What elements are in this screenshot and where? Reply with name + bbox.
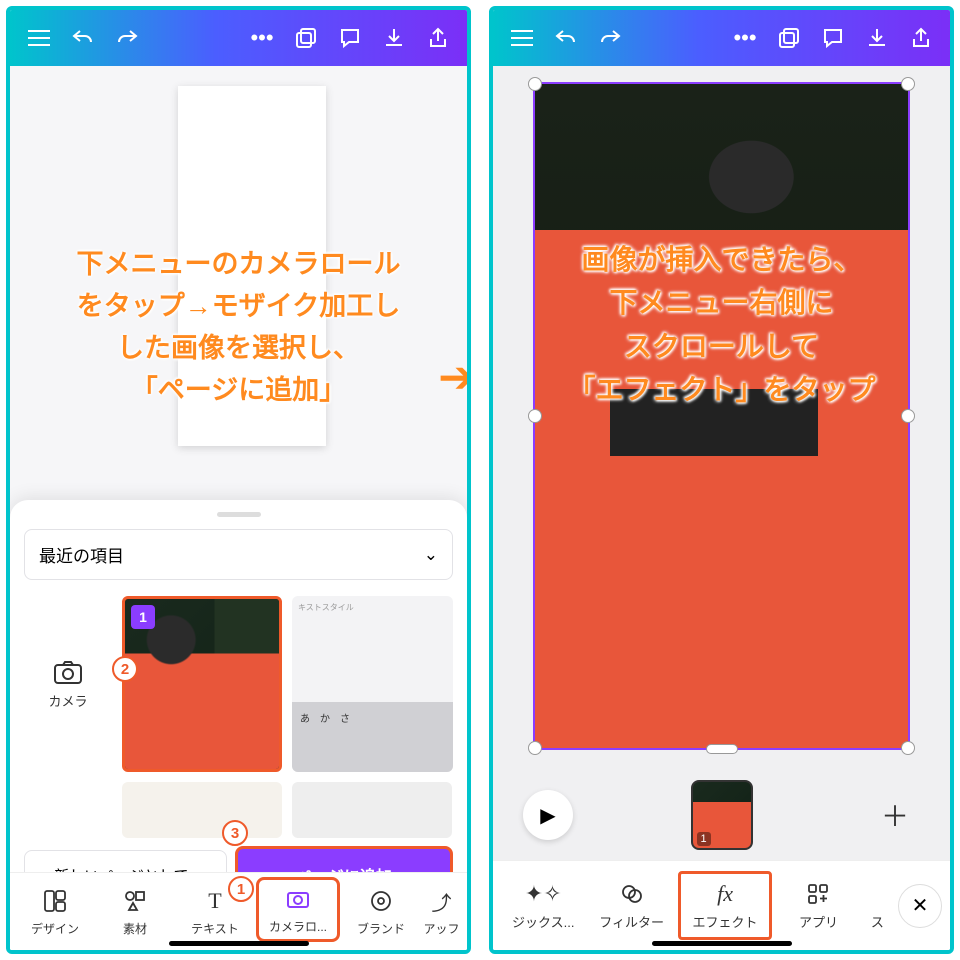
left-screenshot: ••• 下メニューのカメラロール をタップ→モザイク加工し した画像を選択し、 …	[6, 6, 471, 954]
tab-apps[interactable]: アプリ	[776, 880, 860, 931]
home-indicator	[169, 941, 309, 946]
tab-more[interactable]: ス	[865, 880, 890, 931]
download-icon[interactable]	[858, 19, 896, 57]
undo-icon[interactable]	[547, 19, 585, 57]
brand-icon	[366, 886, 396, 916]
play-button[interactable]: ▶	[523, 790, 573, 840]
pages-icon[interactable]	[770, 19, 808, 57]
text-icon: T	[200, 886, 230, 916]
chevron-down-icon: ⌄	[424, 545, 438, 565]
undo-icon[interactable]	[64, 19, 102, 57]
resize-handle[interactable]	[706, 744, 738, 754]
resize-handle[interactable]	[901, 77, 915, 91]
arrow-icon: ➔	[438, 352, 467, 403]
resize-handle[interactable]	[901, 741, 915, 755]
share-icon[interactable]	[419, 19, 457, 57]
resize-handle[interactable]	[528, 741, 542, 755]
image-thumbnail[interactable]: 1	[122, 596, 282, 772]
canvas: 下メニューのカメラロール をタップ→モザイク加工し した画像を選択し、 「ページ…	[10, 66, 467, 950]
menu-icon[interactable]	[503, 19, 541, 57]
tab-brand[interactable]: ブランド	[342, 886, 420, 937]
callout-2: 2	[112, 656, 138, 682]
instruction-text: 下メニューのカメラロール をタップ→モザイク加工し した画像を選択し、 「ページ…	[10, 244, 467, 411]
selection-badge: 1	[131, 605, 155, 629]
close-button[interactable]: ✕	[898, 884, 942, 928]
redo-icon[interactable]	[108, 19, 146, 57]
apps-icon	[807, 880, 829, 908]
bottom-tabs: ✦✧ジックス... フィルター fxエフェクト アプリ ス ✕	[493, 860, 950, 950]
share-icon[interactable]	[902, 19, 940, 57]
redo-icon[interactable]	[591, 19, 629, 57]
menu-icon[interactable]	[20, 19, 58, 57]
more-icon[interactable]: •••	[243, 19, 281, 57]
upload-icon: ⤴	[427, 886, 457, 916]
elements-icon	[120, 886, 150, 916]
dropdown-label: 最近の項目	[39, 542, 124, 567]
design-icon	[40, 886, 70, 916]
tab-cameraroll[interactable]: カメラロ...	[256, 877, 340, 942]
pages-icon[interactable]	[287, 19, 325, 57]
camera-tile[interactable]: カメラ	[24, 596, 112, 772]
camera-label: カメラ	[48, 691, 87, 710]
toolbar: •••	[10, 10, 467, 66]
add-page-button[interactable]: ＋	[870, 790, 920, 840]
canvas: 画像が挿入できたら、 下メニュー右側に スクロールして 「エフェクト」をタップ …	[493, 66, 950, 950]
comment-icon[interactable]	[814, 19, 852, 57]
toolbar: •••	[493, 10, 950, 66]
callout-1: 1	[228, 876, 254, 902]
sparkle-icon: ✦✧	[525, 880, 562, 908]
filter-icon	[620, 880, 644, 908]
cameraroll-icon	[283, 884, 313, 914]
camera-icon	[53, 659, 83, 685]
callout-3: 3	[222, 820, 248, 846]
tab-upload[interactable]: ⤴アッフ	[422, 886, 461, 937]
recent-dropdown[interactable]: 最近の項目 ⌄	[24, 529, 453, 580]
more-icon[interactable]: •••	[726, 19, 764, 57]
resize-handle[interactable]	[528, 77, 542, 91]
tab-effect[interactable]: fxエフェクト	[678, 871, 772, 940]
tab-design[interactable]: デザイン	[16, 886, 94, 937]
right-screenshot: ••• 画像が挿入できたら、 下メニュー右側に スクロールして 「エフェクト」を…	[489, 6, 954, 954]
timeline-thumbnail[interactable]: 1	[691, 780, 753, 850]
tab-magic[interactable]: ✦✧ジックス...	[501, 880, 585, 931]
template-thumb-2[interactable]	[292, 782, 452, 838]
download-icon[interactable]	[375, 19, 413, 57]
tab-elements[interactable]: 素材	[96, 886, 174, 937]
timeline: ▶ 1 ＋	[493, 776, 950, 854]
tab-filter[interactable]: フィルター	[589, 880, 673, 931]
home-indicator	[652, 941, 792, 946]
sheet-grabber[interactable]	[217, 512, 261, 517]
comment-icon[interactable]	[331, 19, 369, 57]
instruction-text: 画像が挿入できたら、 下メニュー右側に スクロールして 「エフェクト」をタップ	[493, 238, 950, 412]
selected-image[interactable]	[533, 82, 910, 750]
fx-icon: fx	[717, 880, 733, 908]
keyboard-thumbnail[interactable]: キストスタイル あ か さ	[292, 596, 453, 772]
template-thumb-1[interactable]	[122, 782, 282, 838]
